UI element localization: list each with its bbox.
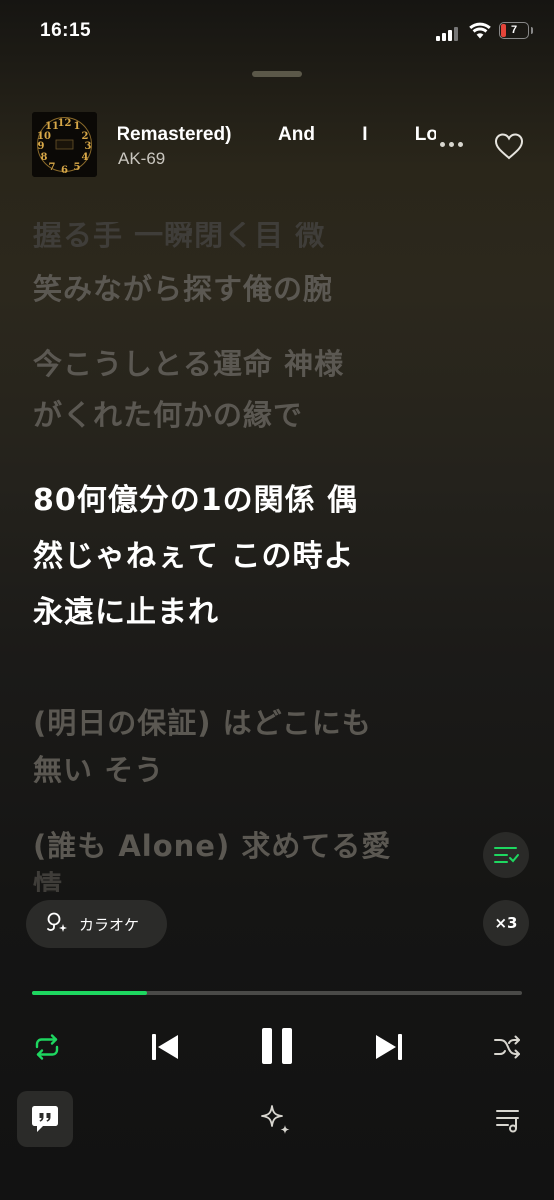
svg-text:1: 1	[74, 121, 81, 132]
pause-icon[interactable]	[258, 1026, 296, 1066]
microphone-icon	[47, 912, 67, 932]
track-info[interactable]: (Remastered) And I Love You So AK-69	[118, 122, 436, 174]
lyrics-view[interactable]: 握る手 一瞬閉く目 微 笑みながら探す俺の腕 今こうしとる運命 神様 がくれた何…	[33, 222, 453, 892]
lyric-line[interactable]: 笑みながら探す俺の腕	[33, 261, 443, 318]
svg-text:10: 10	[37, 131, 51, 142]
album-art[interactable]: 12 1 2 3 4 5 6 7 8 9 10 11	[32, 112, 97, 177]
track-artist: AK-69	[118, 149, 166, 168]
playback-speed-button[interactable]: ×3	[483, 900, 529, 946]
battery-cap	[531, 27, 533, 34]
previous-icon[interactable]	[149, 1031, 181, 1063]
repeat-icon[interactable]	[32, 1032, 62, 1062]
svg-text:4: 4	[82, 152, 89, 163]
lyric-line[interactable]: 無い そう	[33, 742, 443, 799]
svg-text:5: 5	[74, 162, 81, 173]
playback-progress-bar[interactable]	[32, 991, 522, 995]
svg-text:11: 11	[45, 121, 59, 132]
battery-icon: 7	[499, 22, 529, 39]
status-bar: 16:15 7	[0, 0, 554, 64]
svg-text:7: 7	[49, 162, 56, 173]
lyric-line-active[interactable]: 然じゃねぇて この時よ	[33, 528, 443, 585]
svg-text:12: 12	[58, 118, 72, 129]
svg-text:6: 6	[61, 165, 68, 176]
chat-quote-icon	[32, 1106, 58, 1132]
svg-text:3: 3	[85, 141, 92, 152]
track-title: (Remastered) And I Love You So	[118, 124, 436, 145]
lyric-line[interactable]: 今こうしとる運命 神様	[33, 336, 443, 393]
lyrics-list-icon	[494, 847, 519, 863]
status-time: 16:15	[40, 20, 92, 41]
karaoke-label: カラオケ	[79, 916, 140, 934]
more-icon	[440, 142, 445, 147]
lyric-line: 情	[33, 869, 64, 892]
heart-icon[interactable]	[493, 131, 525, 161]
more-options-button[interactable]	[440, 137, 468, 151]
chat-button[interactable]	[17, 1091, 73, 1147]
shuffle-icon[interactable]	[492, 1032, 522, 1062]
next-icon[interactable]	[373, 1031, 405, 1063]
svg-text:9: 9	[38, 141, 45, 152]
lyric-line: 握る手 一瞬閉く目 微	[33, 222, 326, 252]
cellular-signal-icon	[436, 25, 462, 41]
lyrics-sync-button[interactable]	[483, 832, 529, 878]
lyric-line-active[interactable]: 80何億分の1の関係 偶	[33, 472, 443, 529]
wifi-icon	[469, 22, 491, 39]
svg-text:8: 8	[41, 152, 48, 163]
queue-icon[interactable]	[494, 1106, 524, 1134]
sparkle-icon[interactable]	[259, 1103, 293, 1137]
karaoke-button[interactable]: カラオケ	[26, 900, 167, 948]
battery-level: 7	[510, 24, 518, 36]
lyric-line[interactable]: がくれた何かの縁で	[33, 387, 443, 444]
sheet-grabber[interactable]	[252, 71, 302, 77]
progress-fill	[32, 991, 148, 995]
lyric-line-active[interactable]: 永遠に止まれ	[33, 584, 443, 641]
